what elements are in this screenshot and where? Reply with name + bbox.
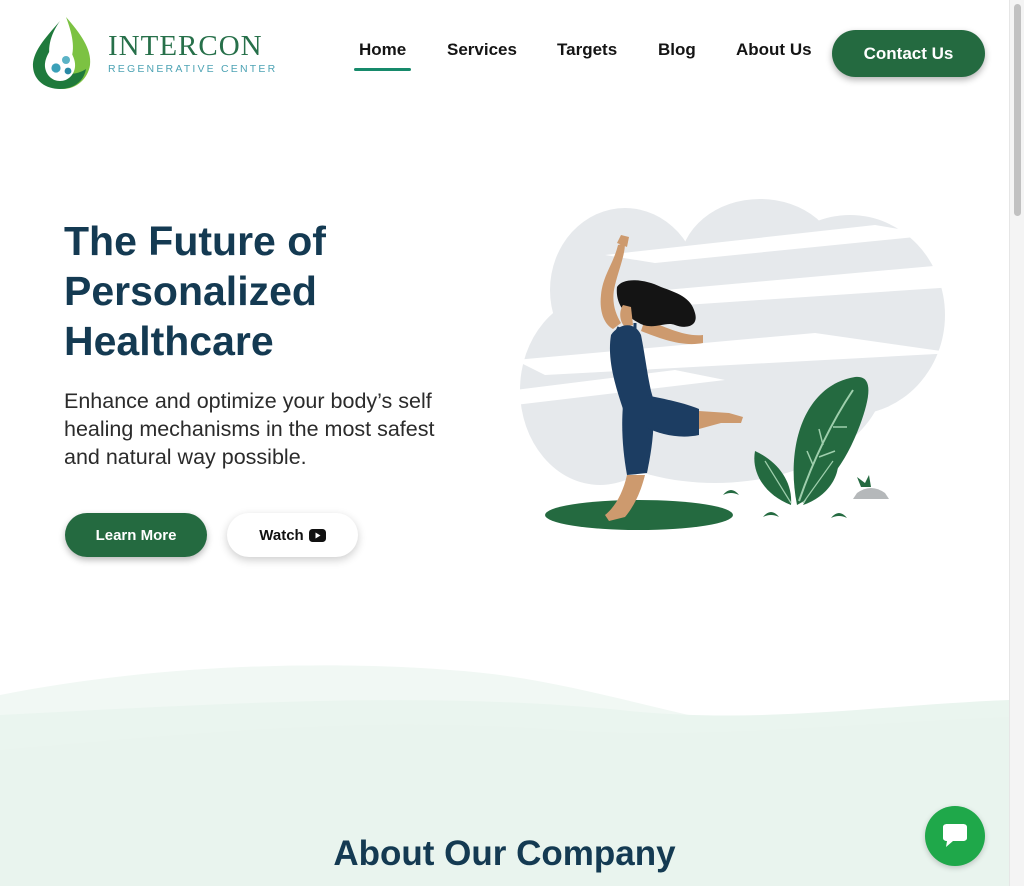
nav-item-services[interactable]: Services <box>447 38 517 62</box>
page: INTERCON REGENERATIVE CENTER Home Servic… <box>0 0 1009 886</box>
watch-button[interactable]: Watch <box>227 513 358 557</box>
about-section-title: About Our Company <box>333 834 676 873</box>
nav-item-home[interactable]: Home <box>353 38 412 71</box>
hero-title: The Future of Personalized Healthcare <box>64 218 326 364</box>
learn-more-button[interactable]: Learn More <box>65 513 207 557</box>
hero-illustration <box>515 199 955 530</box>
hero-description: Enhance and optimize your body’s self he… <box>64 389 435 469</box>
youtube-play-icon <box>308 528 326 542</box>
nav-item-about-us[interactable]: About Us <box>736 38 812 62</box>
contact-us-button[interactable]: Contact Us <box>832 30 985 77</box>
site-header: INTERCON REGENERATIVE CENTER Home Servic… <box>0 0 1009 104</box>
watch-label: Watch <box>259 526 304 544</box>
nav-item-targets[interactable]: Targets <box>557 38 617 62</box>
page-scrollbar[interactable] <box>1009 0 1024 886</box>
scrollbar-thumb[interactable] <box>1014 4 1021 216</box>
chat-button[interactable] <box>925 806 985 866</box>
chat-bubble-icon <box>943 824 967 847</box>
nav-item-blog[interactable]: Blog <box>658 38 696 62</box>
